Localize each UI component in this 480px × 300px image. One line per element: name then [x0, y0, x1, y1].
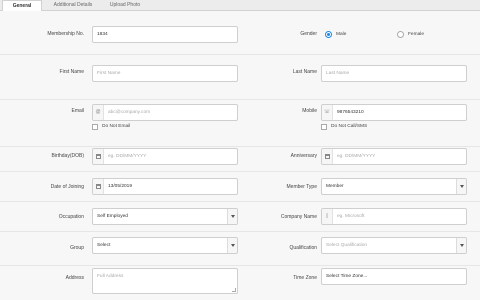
- calendar-icon: [93, 179, 104, 194]
- chevron-down-icon: [456, 238, 466, 253]
- phone-icon: ☏: [322, 105, 333, 120]
- chevron-down-icon: [227, 238, 237, 253]
- gender-female-radio[interactable]: [397, 31, 404, 38]
- first-name-input[interactable]: First Name: [92, 65, 238, 82]
- date-of-joining-input[interactable]: 13/05/2019: [92, 178, 238, 195]
- form-row: Birthday(DOB) eg. DD/MM/YYYY Anniversary…: [0, 147, 480, 172]
- group-label: Group: [70, 245, 84, 251]
- calendar-icon: [322, 149, 333, 164]
- last-name-label: Last Name: [292, 69, 317, 75]
- do-not-email-checkbox[interactable]: [92, 124, 98, 130]
- calendar-icon: [93, 149, 104, 164]
- member-type-label: Member Type: [286, 184, 317, 190]
- company-name-label: Company Name: [280, 214, 317, 220]
- at-icon: @: [93, 105, 104, 120]
- resize-handle-icon[interactable]: [232, 288, 236, 292]
- anniversary-placeholder: eg. DD/MM/YYYY: [337, 154, 376, 159]
- anniversary-label: Anniversary: [290, 153, 317, 159]
- do-not-email-label: Do Not Email: [102, 124, 131, 129]
- building-icon: ▯: [322, 209, 333, 224]
- form-row: Address Full Address Time Zone Select Ti…: [0, 266, 480, 300]
- form-row: Membership No. 1834 Gender Male Female: [0, 11, 480, 55]
- email-placeholder: abc@company.com: [108, 110, 151, 115]
- form-row: Occupation Self Employed Company Name ▯ …: [0, 202, 480, 232]
- member-type-value: Member: [326, 184, 344, 189]
- mobile-input[interactable]: ☏ 9876543210: [321, 104, 467, 121]
- birthday-placeholder: eg. DD/MM/YYYY: [108, 154, 147, 159]
- tab-bar: General Additional Details Upload Photo: [0, 0, 480, 12]
- first-name-label: First Name: [59, 69, 84, 75]
- gender-male-radio[interactable]: [325, 31, 332, 38]
- chevron-down-icon: [456, 179, 466, 194]
- company-name-input[interactable]: ▯ eg. Microsoft: [321, 208, 467, 225]
- anniversary-input[interactable]: eg. DD/MM/YYYY: [321, 148, 467, 165]
- form-row: Group Select Qualification Select Qualif…: [0, 232, 480, 266]
- do-not-call-checkbox[interactable]: [321, 124, 327, 130]
- email-label: Email: [71, 108, 84, 114]
- group-value: Select: [97, 243, 111, 248]
- date-of-joining-label: Date of Joining: [50, 184, 84, 190]
- tab-upload-photo[interactable]: Upload Photo: [102, 0, 148, 11]
- chevron-down-icon: [227, 209, 237, 224]
- qualification-select[interactable]: Select Qualification: [321, 237, 467, 254]
- mobile-value: 9876543210: [337, 110, 364, 115]
- tab-additional-details[interactable]: Additional Details: [44, 0, 102, 11]
- gender-female-label: Female: [408, 32, 424, 37]
- address-label: Address: [65, 275, 84, 281]
- mobile-label: Mobile: [302, 108, 317, 114]
- do-not-call-label: Do Not Call/SMS: [331, 124, 368, 129]
- date-of-joining-value: 13/05/2019: [108, 184, 133, 189]
- qualification-value: Select Qualification: [326, 243, 368, 248]
- time-zone-select[interactable]: Select Time Zone...: [321, 268, 467, 285]
- email-input[interactable]: @ abc@company.com: [92, 104, 238, 121]
- membership-no-input[interactable]: 1834: [92, 26, 238, 43]
- qualification-label: Qualification: [289, 245, 317, 251]
- gender-male-label: Male: [336, 32, 347, 37]
- general-form: Membership No. 1834 Gender Male Female F…: [0, 11, 480, 300]
- time-zone-label: Time Zone: [293, 275, 317, 281]
- form-row: Email @ abc@company.com Do Not Email Mob…: [0, 100, 480, 147]
- occupation-value: Self Employed: [97, 214, 128, 219]
- occupation-label: Occupation: [58, 214, 84, 220]
- occupation-select[interactable]: Self Employed: [92, 208, 238, 225]
- gender-label: Gender: [300, 31, 317, 37]
- birthday-input[interactable]: eg. DD/MM/YYYY: [92, 148, 238, 165]
- address-textarea[interactable]: Full Address: [92, 268, 238, 294]
- company-name-placeholder: eg. Microsoft: [337, 214, 365, 219]
- form-row: First Name First Name Last Name Last Nam…: [0, 55, 480, 100]
- form-row: Date of Joining 13/05/2019 Member Type M…: [0, 172, 480, 202]
- address-placeholder: Full Address: [97, 274, 124, 279]
- membership-no-label: Membership No.: [47, 31, 84, 37]
- last-name-input[interactable]: Last Name: [321, 65, 467, 82]
- member-type-select[interactable]: Member: [321, 178, 467, 195]
- birthday-label: Birthday(DOB): [51, 153, 84, 159]
- group-select[interactable]: Select: [92, 237, 238, 254]
